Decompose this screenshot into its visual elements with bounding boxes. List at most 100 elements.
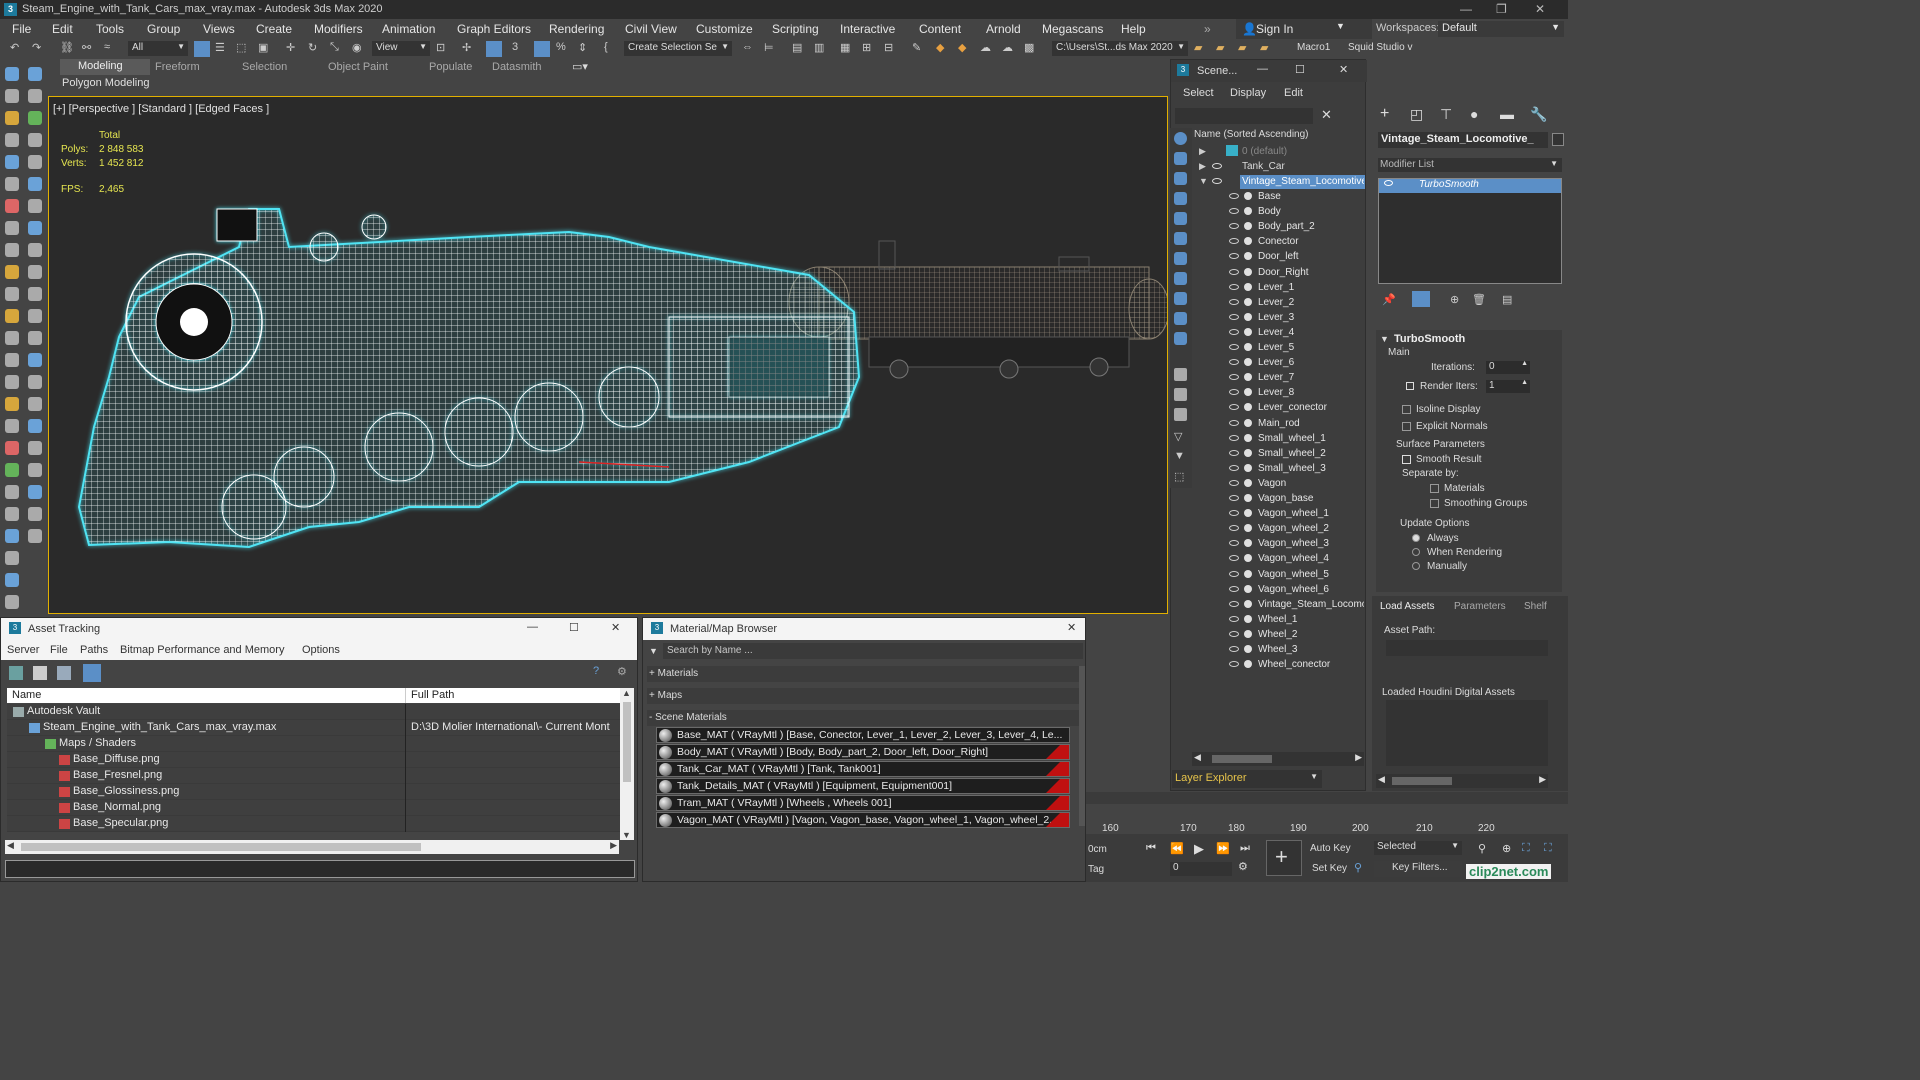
spacewarp-tool-icon[interactable] xyxy=(28,133,42,147)
macro-button[interactable]: Macro1 xyxy=(1297,42,1330,53)
clear-search-icon[interactable]: ✕ xyxy=(1321,107,1332,123)
always-radio[interactable] xyxy=(1412,532,1424,544)
collapse-tool-icon[interactable] xyxy=(5,529,19,543)
configure-modifier-sets-icon[interactable]: ▤ xyxy=(1502,293,1512,306)
recent-folder-icon[interactable]: ▰ xyxy=(1260,41,1276,57)
renderable-dot-icon[interactable] xyxy=(1244,629,1252,638)
mat-browser-close-button[interactable]: ✕ xyxy=(1067,621,1076,634)
visibility-eye-icon[interactable] xyxy=(1229,570,1239,577)
asset-table-row[interactable]: Base_Diffuse.png xyxy=(7,752,620,768)
cut-tool-icon[interactable] xyxy=(28,331,42,345)
asset-table-row[interactable]: Maps / Shaders xyxy=(7,736,620,752)
scene-object-item[interactable]: Lever_4 xyxy=(1258,327,1364,338)
save-folder-icon[interactable]: ▰ xyxy=(1238,41,1254,57)
tag-label[interactable]: Tag xyxy=(1088,864,1104,875)
display-panel-icon[interactable]: ▬ xyxy=(1500,106,1514,122)
scene-close-button[interactable]: ✕ xyxy=(1339,63,1348,76)
menu-edit[interactable]: Edit xyxy=(52,22,73,36)
bridge-tool-icon[interactable] xyxy=(5,287,19,301)
scene-object-item[interactable]: Wheel_2 xyxy=(1258,629,1364,640)
scene-object-item[interactable]: Base xyxy=(1258,191,1364,202)
visibility-eye-icon[interactable] xyxy=(1229,283,1239,290)
material-editor-icon[interactable]: ⊟ xyxy=(884,41,900,57)
asset-vertical-scrollbar[interactable]: ▲ ▼ xyxy=(620,688,634,840)
ribbon-subtab-polygon-modeling[interactable]: Polygon Modeling xyxy=(62,77,149,89)
unhide-tool-icon[interactable] xyxy=(5,551,19,565)
renderable-dot-icon[interactable] xyxy=(1244,569,1252,578)
reference-coord-dropdown[interactable]: View ▼ xyxy=(372,41,430,56)
display-geometry-icon[interactable] xyxy=(1174,132,1187,145)
asset-minimize-button[interactable]: — xyxy=(527,621,538,633)
tab-shelf[interactable]: Shelf xyxy=(1524,601,1547,612)
scene-object-item[interactable]: Lever_2 xyxy=(1258,297,1364,308)
scene-material-item[interactable]: Tram_MAT ( VRayMtl ) [Wheels , Wheels 00… xyxy=(656,795,1070,811)
ribbon-tab-selection[interactable]: Selection xyxy=(242,61,287,73)
select-tool-icon[interactable] xyxy=(5,177,19,191)
rollout-collapse-icon[interactable]: ▼ xyxy=(1380,334,1389,344)
manually-radio[interactable] xyxy=(1412,560,1424,572)
display-bones-icon[interactable] xyxy=(1174,292,1187,305)
angle-snap-icon[interactable] xyxy=(534,41,550,57)
scroll-left-icon[interactable]: ◀ xyxy=(1378,774,1385,785)
current-frame-field[interactable]: 0 xyxy=(1170,862,1232,876)
collapse-arrow-icon[interactable]: ▼ xyxy=(1199,176,1208,186)
pivot-center-icon[interactable]: ⊡ xyxy=(436,41,452,57)
scene-menu-select[interactable]: Select xyxy=(1183,87,1214,99)
utilities-panel-icon[interactable]: 🔧 xyxy=(1530,106,1547,123)
visibility-eye-icon[interactable] xyxy=(1229,464,1239,471)
ribbon-tab-modeling[interactable]: Modeling xyxy=(60,59,150,75)
scene-object-item[interactable]: Vagon xyxy=(1258,478,1364,489)
detach-tool-icon[interactable] xyxy=(5,507,19,521)
layer-item-tank-car[interactable]: Tank_Car xyxy=(1242,161,1285,172)
remove-modifier-icon[interactable]: 🗑 xyxy=(1472,293,1486,306)
graphite-tool-icon[interactable] xyxy=(28,177,42,191)
table-view-icon[interactable] xyxy=(83,664,101,682)
render-production-icon[interactable]: ◆ xyxy=(958,41,974,57)
object-name-field[interactable]: Vintage_Steam_Locomotive_ xyxy=(1378,132,1548,148)
hinge-tool-icon[interactable] xyxy=(28,397,42,411)
scene-material-item[interactable]: Base_MAT ( VRayMtl ) [Base, Conector, Le… xyxy=(656,727,1070,743)
renderable-dot-icon[interactable] xyxy=(1244,584,1252,593)
visibility-eye-icon[interactable] xyxy=(1229,268,1239,275)
light-tool-icon[interactable] xyxy=(5,111,19,125)
hide-tool-icon[interactable] xyxy=(28,529,42,543)
scene-horizontal-scrollbar[interactable]: ◀ ▶ xyxy=(1192,752,1364,766)
scene-material-item[interactable]: Tank_Details_MAT ( VRayMtl ) [Equipment,… xyxy=(656,778,1070,794)
renderable-dot-icon[interactable] xyxy=(1244,433,1252,442)
maximize-button[interactable]: ❐ xyxy=(1496,2,1507,16)
asset-horizontal-scrollbar[interactable]: ◀ ▶ xyxy=(5,840,619,854)
align-view-tool-icon[interactable] xyxy=(5,485,19,499)
visibility-eye-icon[interactable] xyxy=(1229,419,1239,426)
render-iters-checkbox[interactable] xyxy=(1406,381,1418,392)
renderable-dot-icon[interactable] xyxy=(1244,267,1252,276)
visibility-eye-icon[interactable] xyxy=(1229,646,1239,652)
helper-tool-icon[interactable] xyxy=(5,133,19,147)
render-iterative-icon[interactable]: ☁ xyxy=(980,41,996,57)
project-folder-icon[interactable]: ▰ xyxy=(1194,41,1210,57)
display-shapes-icon[interactable] xyxy=(1174,152,1187,165)
visibility-eye-icon[interactable] xyxy=(1229,615,1239,622)
visibility-eye-icon[interactable] xyxy=(1229,479,1239,486)
asset-table-row[interactable]: Base_Specular.png xyxy=(7,816,620,832)
scene-maximize-button[interactable]: ☐ xyxy=(1295,63,1305,76)
select-by-name-icon[interactable]: ☰ xyxy=(215,41,231,57)
asset-menu-file[interactable]: File xyxy=(50,644,68,656)
menu-help[interactable]: Help xyxy=(1121,22,1146,36)
visibility-eye-icon[interactable] xyxy=(1229,193,1239,199)
browser-options-icon[interactable]: ▼ xyxy=(649,646,658,656)
asset-table-row[interactable]: Base_Normal.png xyxy=(7,800,620,816)
scene-object-item[interactable]: Lever_conector xyxy=(1258,402,1364,413)
scroll-down-icon[interactable]: ▼ xyxy=(622,830,631,840)
menu-megascans[interactable]: Megascans xyxy=(1042,22,1103,36)
menu-tools[interactable]: Tools xyxy=(96,22,124,36)
renderable-dot-icon[interactable] xyxy=(1244,645,1252,653)
scene-object-item[interactable]: Conector xyxy=(1258,236,1364,247)
menu-civil-view[interactable]: Civil View xyxy=(625,22,677,36)
filter-funnel-icon[interactable]: ▽ xyxy=(1174,430,1182,443)
scene-object-item[interactable]: Vagon_wheel_5 xyxy=(1258,569,1364,580)
asset-table-row[interactable]: Steam_Engine_with_Tank_Cars_max_vray.max… xyxy=(7,720,620,736)
grow-tool-icon[interactable] xyxy=(28,221,42,235)
scene-object-item[interactable]: Small_wheel_3 xyxy=(1258,463,1364,474)
time-ruler[interactable] xyxy=(1086,804,1568,834)
scroll-right-icon[interactable]: ▶ xyxy=(1355,752,1362,763)
